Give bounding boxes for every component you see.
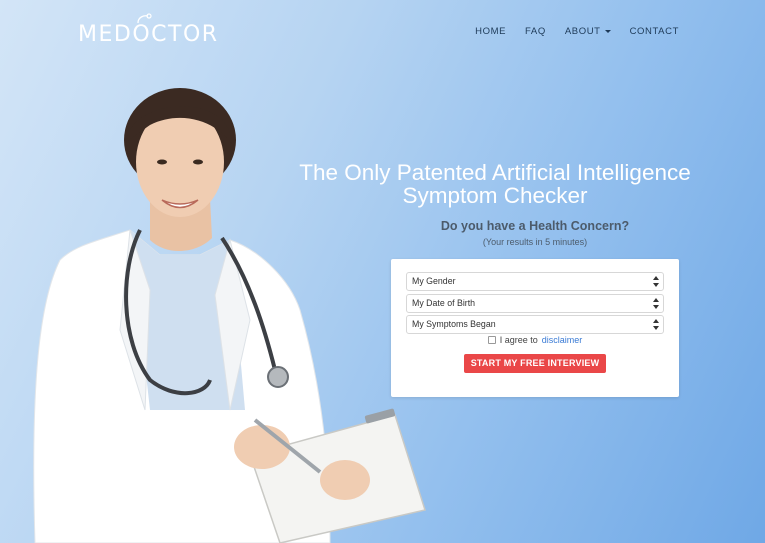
logo-o-mark: O <box>132 13 152 47</box>
hero-title-line2: Symptom Checker <box>402 183 588 208</box>
symptom-form-card: My Gender My Date of Birth My Symptoms B… <box>391 259 679 397</box>
agree-checkbox[interactable] <box>487 336 496 344</box>
select-arrows-icon <box>653 298 659 309</box>
main-nav: HOME FAQ ABOUT CONTACT <box>475 26 679 37</box>
logo-text-ctor: CTOR <box>151 22 219 47</box>
dob-select-value: My Date of Birth <box>412 298 476 308</box>
hero-title-line1: The Only Patented Artificial Intelligenc… <box>299 160 691 185</box>
disclaimer-agreement: I agree to disclaimer <box>391 335 679 345</box>
symptoms-select-value: My Symptoms Began <box>412 319 496 329</box>
stethoscope-icon <box>137 13 152 24</box>
hero-note: (Your results in 5 minutes) <box>482 237 588 247</box>
agree-label: I agree to <box>499 335 538 345</box>
nav-contact-label: CONTACT <box>629 26 679 37</box>
nav-about[interactable]: ABOUT <box>565 26 611 37</box>
gender-select[interactable]: My Gender <box>406 272 664 291</box>
nav-about-label: ABOUT <box>564 26 601 37</box>
gender-select-value: My Gender <box>412 276 456 286</box>
nav-contact[interactable]: CONTACT <box>630 26 679 37</box>
start-interview-button[interactable]: START MY FREE INTERVIEW <box>464 354 606 373</box>
nav-home-label: HOME <box>475 26 507 37</box>
nav-home[interactable]: HOME <box>475 26 506 37</box>
dob-select[interactable]: My Date of Birth <box>406 294 664 313</box>
select-arrows-icon <box>653 276 659 287</box>
doctor-illustration <box>33 88 426 543</box>
select-arrows-icon <box>653 319 659 330</box>
symptoms-began-select[interactable]: My Symptoms Began <box>406 315 664 334</box>
hero-subtitle: Do you have a Health Concern? <box>440 219 630 233</box>
chevron-down-icon <box>604 30 611 33</box>
nav-faq[interactable]: FAQ <box>525 26 546 37</box>
disclaimer-link[interactable]: disclaimer <box>542 335 583 345</box>
medoctor-logo[interactable]: MED O CTOR <box>78 13 219 47</box>
hero-title: The Only Patented Artificial Intelligenc… <box>290 161 700 207</box>
nav-faq-label: FAQ <box>525 26 546 37</box>
logo-text-med: MED <box>78 22 133 47</box>
